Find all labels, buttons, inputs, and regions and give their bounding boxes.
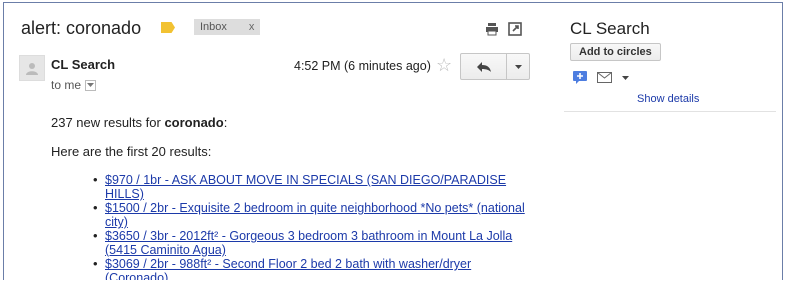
inbox-label-text: Inbox	[200, 21, 227, 33]
more-dropdown-icon	[514, 64, 522, 69]
chevron-down-icon[interactable]	[622, 75, 629, 80]
list-item: $3069 / 2br - 988ft² - Second Floor 2 be…	[93, 257, 531, 280]
avatar-icon	[26, 63, 38, 75]
sidebar-divider	[564, 111, 776, 112]
sender-avatar[interactable]	[19, 55, 45, 81]
label-tag-icon[interactable]	[161, 22, 175, 33]
print-icon[interactable]	[485, 22, 499, 36]
result-link[interactable]: $970 / 1br - ASK ABOUT MOVE IN SPECIALS …	[105, 173, 506, 201]
add-to-circles-button[interactable]: Add to circles	[570, 43, 661, 61]
inbox-label-chip: Inbox x	[194, 19, 261, 35]
contact-actions	[573, 71, 629, 84]
summary-line: 237 new results for coronado:	[51, 115, 228, 130]
reply-button-group	[460, 53, 530, 80]
list-item: $3650 / 3br - 2012ft² - Gorgeous 3 bedro…	[93, 229, 531, 257]
intro-line: Here are the first 20 results:	[51, 144, 212, 159]
results-list: $970 / 1br - ASK ABOUT MOVE IN SPECIALS …	[93, 173, 531, 280]
result-link[interactable]: $3650 / 3br - 2012ft² - Gorgeous 3 bedro…	[105, 229, 512, 257]
chevron-down-icon	[87, 82, 95, 87]
email-subject: alert: coronado	[21, 18, 142, 38]
show-details-link[interactable]: Show details	[637, 93, 699, 105]
reply-icon	[476, 61, 491, 72]
sender-name[interactable]: CL Search	[51, 57, 115, 72]
result-link[interactable]: $1500 / 2br - Exquisite 2 bedroom in qui…	[105, 201, 525, 229]
email-view: alert: coronado Inbox x CL Search to me …	[3, 2, 783, 280]
remove-label-button[interactable]: x	[249, 19, 255, 35]
recipient-text: to me	[51, 78, 82, 92]
mail-icon[interactable]	[597, 72, 612, 83]
reply-button[interactable]	[461, 54, 507, 79]
new-window-icon[interactable]	[508, 22, 522, 36]
contact-card-title: CL Search	[570, 19, 650, 38]
message-body: 237 new results for coronado: Here are t…	[51, 115, 531, 280]
more-actions-button[interactable]	[507, 54, 529, 79]
details-dropdown-button[interactable]	[85, 79, 97, 91]
search-term: coronado	[164, 115, 224, 130]
recipient-line: to me	[51, 78, 97, 92]
star-icon[interactable]: ☆	[436, 56, 452, 74]
result-link[interactable]: $3069 / 2br - 988ft² - Second Floor 2 be…	[105, 257, 471, 280]
add-contact-icon[interactable]	[573, 71, 587, 84]
message-time: 4:52 PM (6 minutes ago)	[294, 59, 431, 73]
list-item: $1500 / 2br - Exquisite 2 bedroom in qui…	[93, 201, 531, 229]
list-item: $970 / 1br - ASK ABOUT MOVE IN SPECIALS …	[93, 173, 531, 201]
